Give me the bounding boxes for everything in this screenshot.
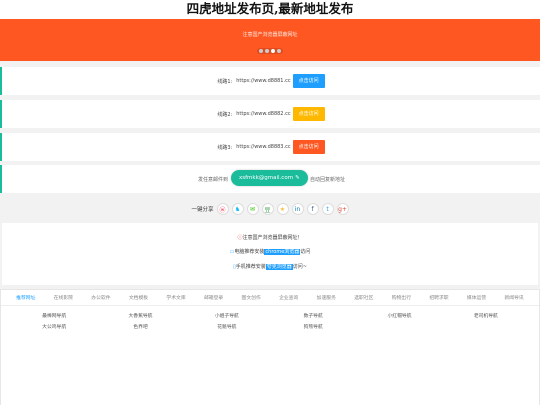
line-url: https://www.d8883.cc — [236, 144, 291, 150]
nav-tab[interactable]: 办公软件 — [91, 294, 110, 301]
mail-left-text: 发任意邮件到 — [198, 177, 229, 183]
nav-tab[interactable]: 媒体运营 — [467, 294, 486, 301]
nav-tab[interactable]: 文档模板 — [129, 294, 148, 301]
line-row: 线路2: https://www.d8882.cc 点击访问 — [0, 100, 540, 128]
nav-link[interactable]: 大公鸡导航 — [11, 323, 97, 330]
nav-link[interactable]: 小姐子导航 — [184, 312, 270, 319]
nav-link[interactable]: 狗熊导航 — [270, 323, 356, 330]
nav-tab[interactable]: 选职社区 — [354, 294, 373, 301]
carousel-dot[interactable] — [271, 49, 275, 53]
twitter-icon[interactable]: t — [321, 203, 334, 215]
share-bar: 一键分享 ⓦ ♞ ✉ 豆 ★ in f t g+ — [0, 197, 540, 221]
line-row: 线路1: https://www.d8881.cc 点击访问 — [0, 67, 540, 95]
nav-link[interactable]: 老司机导航 — [443, 312, 529, 319]
wechat-icon[interactable]: ✉ — [246, 203, 259, 215]
nav-tab[interactable]: 企业查询 — [279, 294, 298, 301]
nav-tab[interactable]: 邮箱登录 — [204, 294, 223, 301]
banner-notice: 注意国产浏览器屏蔽网址 — [242, 32, 298, 38]
googleplus-icon[interactable]: g+ — [336, 203, 349, 215]
nav-link[interactable]: 花魁导航 — [184, 323, 270, 330]
line-row: 线路3: https://www.d8883.cc 点击访问 — [0, 133, 540, 161]
nav-link[interactable]: 小红帽导航 — [356, 312, 442, 319]
nav-links: 最棒网导航 大香蕉导航 小姐子导航 数子导航 小红帽导航 老司机导航大公鸡导航 色界吧 花魁导… — [1, 306, 539, 336]
notice-line-2-post: 访问 — [300, 249, 311, 255]
visit-button[interactable]: 点击访问 — [292, 74, 325, 88]
nav-link[interactable]: 色界吧 — [97, 323, 183, 330]
qzone-icon[interactable]: ★ — [276, 203, 289, 215]
nav-tab[interactable]: 购物出行 — [392, 294, 411, 301]
nav-tab[interactable]: 学术文库 — [166, 294, 185, 301]
notice-line-1: 注意国产浏览器屏蔽网址！ — [242, 235, 303, 241]
nav-link[interactable]: 大香蕉导航 — [97, 312, 183, 319]
line-label: 线路2: — [217, 111, 233, 118]
visit-button[interactable]: 点击访问 — [292, 107, 325, 121]
nav-link[interactable]: 最棒网导航 — [11, 312, 97, 319]
quark-link[interactable]: 夸克浏览器 — [265, 264, 293, 270]
pencil-icon: ✎ — [295, 175, 300, 181]
line-url: https://www.d8882.cc — [236, 111, 291, 117]
nav-tab[interactable]: 图文创作 — [242, 294, 261, 301]
qq-icon[interactable]: ♞ — [231, 203, 244, 215]
page-title: 四虎地址发布页,最新地址发布 — [0, 0, 540, 19]
nav-tab[interactable]: 招聘求职 — [429, 294, 448, 301]
carousel-dots-pill — [257, 48, 283, 54]
nav-tab[interactable]: 推荐网址 — [16, 294, 35, 301]
nav-tab[interactable]: 加速服务 — [317, 294, 336, 301]
nav-tab[interactable]: 在线影院 — [54, 294, 73, 301]
line-url: https://www.d8881.cc — [236, 78, 291, 84]
weibo-icon[interactable]: ⓦ — [216, 203, 229, 215]
visit-button[interactable]: 点击访问 — [292, 140, 325, 154]
nav-link[interactable]: 数子导航 — [270, 312, 356, 319]
nav-panel: 推荐网址 在线影院 办公软件 文档模板 学术文库 邮箱登录 图文创作 企业查询 加速服务 选职社区… — [0, 289, 540, 405]
facebook-icon[interactable]: f — [306, 203, 319, 215]
chrome-link[interactable]: chrome浏览器 — [264, 249, 301, 255]
nav-tabs: 推荐网址 在线影院 办公软件 文档模板 学术文库 邮箱登录 图文创作 企业查询 加速服务 选职社区… — [1, 290, 539, 306]
carousel-dot[interactable] — [277, 49, 281, 53]
mail-row: 发任意邮件到 xsfmkk@gmail.com ✎ 自动回复新地址 — [0, 165, 540, 193]
nav-tab[interactable]: 新闻导讯 — [504, 294, 523, 301]
douban-icon[interactable]: 豆 — [261, 203, 274, 215]
carousel-dot[interactable] — [265, 49, 269, 53]
browser-notice: ⓘ注意国产浏览器屏蔽网址！ ▭电脑推荐安装chrome浏览器访问 ▯手机推荐安装… — [2, 223, 538, 285]
share-label: 一键分享 — [191, 207, 214, 213]
line-label: 线路3: — [217, 144, 233, 151]
carousel-dots — [0, 48, 540, 54]
notice-line-3-post: 访问~ — [292, 264, 307, 270]
linkedin-icon[interactable]: in — [291, 203, 304, 215]
carousel-dot[interactable] — [259, 49, 263, 53]
banner: 注意国产浏览器屏蔽网址 — [0, 19, 540, 61]
email-pill[interactable]: xsfmkk@gmail.com ✎ — [231, 170, 308, 186]
mail-right-text: 自动回复新地址 — [310, 177, 346, 183]
line-label: 线路1: — [217, 78, 233, 85]
email-address[interactable]: xsfmkk@gmail.com — [239, 170, 293, 186]
notice-line-3-pre: 手机推荐安装 — [235, 264, 266, 270]
notice-line-2-pre: 电脑推荐安装 — [234, 249, 265, 255]
